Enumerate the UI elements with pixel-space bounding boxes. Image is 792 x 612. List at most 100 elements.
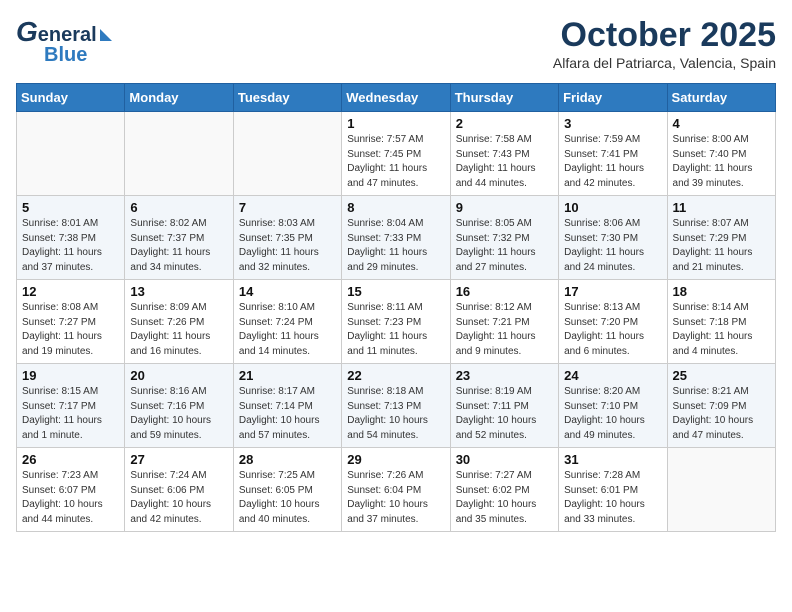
calendar-cell: 8 Sunrise: 8:04 AM Sunset: 7:33 PM Daylig… (342, 196, 450, 280)
day-header-saturday: Saturday (667, 84, 775, 112)
day-info: Sunrise: 8:08 AM Sunset: 7:27 PM Dayligh… (22, 301, 119, 359)
day-number: 21 (239, 368, 336, 383)
day-header-wednesday: Wednesday (342, 84, 450, 112)
calendar-cell: 26 Sunrise: 7:23 AM Sunset: 6:07 PM Dayli… (17, 448, 125, 532)
day-number: 10 (564, 200, 661, 215)
day-info: Sunrise: 7:27 AM Sunset: 6:02 PM Dayligh… (456, 469, 553, 527)
day-header-tuesday: Tuesday (233, 84, 341, 112)
day-number: 30 (456, 452, 553, 467)
day-number: 6 (130, 200, 227, 215)
day-number: 18 (673, 284, 770, 299)
calendar-table: SundayMondayTuesdayWednesdayThursdayFrid… (16, 83, 776, 532)
calendar-cell: 21Sunrise: 8:17 AM Sunset: 7:14 PM Dayli… (233, 364, 341, 448)
day-number: 11 (673, 200, 770, 215)
day-info: Sunrise: 8:13 AM Sunset: 7:20 PM Dayligh… (564, 301, 661, 359)
logo-blue: Blue (44, 44, 87, 67)
day-number: 15 (347, 284, 444, 299)
day-number: 25 (673, 368, 770, 383)
day-number: 16 (456, 284, 553, 299)
day-info: Sunrise: 8:12 AM Sunset: 7:21 PM Dayligh… (456, 301, 553, 359)
calendar-cell: 20 Sunrise: 8:16 AM Sunset: 7:16 PM Dayli… (125, 364, 233, 448)
calendar-cell: 18Sunrise: 8:14 AM Sunset: 7:18 PM Dayli… (667, 280, 775, 364)
day-number: 28 (239, 452, 336, 467)
day-info: Sunrise: 7:26 AM Sunset: 6:04 PM Dayligh… (347, 469, 444, 527)
calendar-cell: 4Sunrise: 8:00 AM Sunset: 7:40 PM Daylig… (667, 112, 775, 196)
calendar-cell (125, 112, 233, 196)
day-number: 23 (456, 368, 553, 383)
day-info: Sunrise: 8:16 AM Sunset: 7:16 PM Dayligh… (130, 385, 227, 443)
location-title: Alfara del Patriarca, Valencia, Spain (553, 55, 776, 71)
day-number: 31 (564, 452, 661, 467)
calendar-cell: 12Sunrise: 8:08 AM Sunset: 7:27 PM Dayli… (17, 280, 125, 364)
calendar-cell: 27 Sunrise: 7:24 AM Sunset: 6:06 PM Dayli… (125, 448, 233, 532)
day-info: Sunrise: 8:06 AM Sunset: 7:30 PM Dayligh… (564, 217, 661, 275)
calendar-cell: 31 Sunrise: 7:28 AM Sunset: 6:01 PM Dayli… (559, 448, 667, 532)
calendar-cell: 28 Sunrise: 7:25 AM Sunset: 6:05 PM Dayli… (233, 448, 341, 532)
calendar-cell: 15 Sunrise: 8:11 AM Sunset: 7:23 PM Dayli… (342, 280, 450, 364)
calendar-cell: 16 Sunrise: 8:12 AM Sunset: 7:21 PM Dayli… (450, 280, 558, 364)
day-info: Sunrise: 7:24 AM Sunset: 6:06 PM Dayligh… (130, 469, 227, 527)
day-number: 29 (347, 452, 444, 467)
calendar-cell (17, 112, 125, 196)
day-number: 19 (22, 368, 119, 383)
day-number: 13 (130, 284, 227, 299)
calendar-week-row: 26 Sunrise: 7:23 AM Sunset: 6:07 PM Dayli… (17, 448, 776, 532)
calendar-cell: 22 Sunrise: 8:18 AM Sunset: 7:13 PM Dayli… (342, 364, 450, 448)
calendar-cell: 24Sunrise: 8:20 AM Sunset: 7:10 PM Dayli… (559, 364, 667, 448)
month-title: October 2025 (553, 16, 776, 55)
day-number: 27 (130, 452, 227, 467)
calendar-cell: 13 Sunrise: 8:09 AM Sunset: 7:26 PM Dayli… (125, 280, 233, 364)
calendar-cell: 11 Sunrise: 8:07 AM Sunset: 7:29 PM Dayli… (667, 196, 775, 280)
calendar-week-row: 5 Sunrise: 8:01 AM Sunset: 7:38 PM Daylig… (17, 196, 776, 280)
day-info: Sunrise: 8:09 AM Sunset: 7:26 PM Dayligh… (130, 301, 227, 359)
day-info: Sunrise: 8:00 AM Sunset: 7:40 PM Dayligh… (673, 133, 770, 191)
day-number: 1 (347, 116, 444, 131)
day-number: 14 (239, 284, 336, 299)
day-number: 22 (347, 368, 444, 383)
day-info: Sunrise: 7:59 AM Sunset: 7:41 PM Dayligh… (564, 133, 661, 191)
calendar-week-row: 12Sunrise: 8:08 AM Sunset: 7:27 PM Dayli… (17, 280, 776, 364)
day-number: 17 (564, 284, 661, 299)
page-header: G eneral Blue October 2025 Alfara del Pa… (16, 16, 776, 71)
calendar-cell: 9 Sunrise: 8:05 AM Sunset: 7:32 PM Daylig… (450, 196, 558, 280)
calendar-cell: 19Sunrise: 8:15 AM Sunset: 7:17 PM Dayli… (17, 364, 125, 448)
day-header-sunday: Sunday (17, 84, 125, 112)
title-block: October 2025 Alfara del Patriarca, Valen… (553, 16, 776, 71)
calendar-cell: 6 Sunrise: 8:02 AM Sunset: 7:37 PM Daylig… (125, 196, 233, 280)
day-info: Sunrise: 7:25 AM Sunset: 6:05 PM Dayligh… (239, 469, 336, 527)
day-number: 8 (347, 200, 444, 215)
day-number: 5 (22, 200, 119, 215)
day-info: Sunrise: 8:04 AM Sunset: 7:33 PM Dayligh… (347, 217, 444, 275)
day-info: Sunrise: 8:21 AM Sunset: 7:09 PM Dayligh… (673, 385, 770, 443)
day-info: Sunrise: 8:02 AM Sunset: 7:37 PM Dayligh… (130, 217, 227, 275)
day-info: Sunrise: 7:28 AM Sunset: 6:01 PM Dayligh… (564, 469, 661, 527)
day-info: Sunrise: 8:18 AM Sunset: 7:13 PM Dayligh… (347, 385, 444, 443)
day-info: Sunrise: 8:01 AM Sunset: 7:38 PM Dayligh… (22, 217, 119, 275)
day-info: Sunrise: 8:10 AM Sunset: 7:24 PM Dayligh… (239, 301, 336, 359)
day-info: Sunrise: 8:11 AM Sunset: 7:23 PM Dayligh… (347, 301, 444, 359)
day-number: 7 (239, 200, 336, 215)
day-info: Sunrise: 8:05 AM Sunset: 7:32 PM Dayligh… (456, 217, 553, 275)
day-header-friday: Friday (559, 84, 667, 112)
day-number: 24 (564, 368, 661, 383)
day-number: 3 (564, 116, 661, 131)
day-info: Sunrise: 7:58 AM Sunset: 7:43 PM Dayligh… (456, 133, 553, 191)
calendar-cell: 7Sunrise: 8:03 AM Sunset: 7:35 PM Daylig… (233, 196, 341, 280)
day-header-monday: Monday (125, 84, 233, 112)
day-number: 20 (130, 368, 227, 383)
day-number: 9 (456, 200, 553, 215)
calendar-header-row: SundayMondayTuesdayWednesdayThursdayFrid… (17, 84, 776, 112)
day-number: 2 (456, 116, 553, 131)
logo: G eneral Blue (16, 16, 112, 67)
calendar-cell: 5 Sunrise: 8:01 AM Sunset: 7:38 PM Daylig… (17, 196, 125, 280)
day-info: Sunrise: 7:23 AM Sunset: 6:07 PM Dayligh… (22, 469, 119, 527)
calendar-cell: 25 Sunrise: 8:21 AM Sunset: 7:09 PM Dayli… (667, 364, 775, 448)
calendar-cell: 14 Sunrise: 8:10 AM Sunset: 7:24 PM Dayli… (233, 280, 341, 364)
calendar-week-row: 1Sunrise: 7:57 AM Sunset: 7:45 PM Daylig… (17, 112, 776, 196)
day-number: 26 (22, 452, 119, 467)
calendar-cell (667, 448, 775, 532)
calendar-cell: 1Sunrise: 7:57 AM Sunset: 7:45 PM Daylig… (342, 112, 450, 196)
calendar-week-row: 19Sunrise: 8:15 AM Sunset: 7:17 PM Dayli… (17, 364, 776, 448)
calendar-cell: 30 Sunrise: 7:27 AM Sunset: 6:02 PM Dayli… (450, 448, 558, 532)
day-info: Sunrise: 8:07 AM Sunset: 7:29 PM Dayligh… (673, 217, 770, 275)
